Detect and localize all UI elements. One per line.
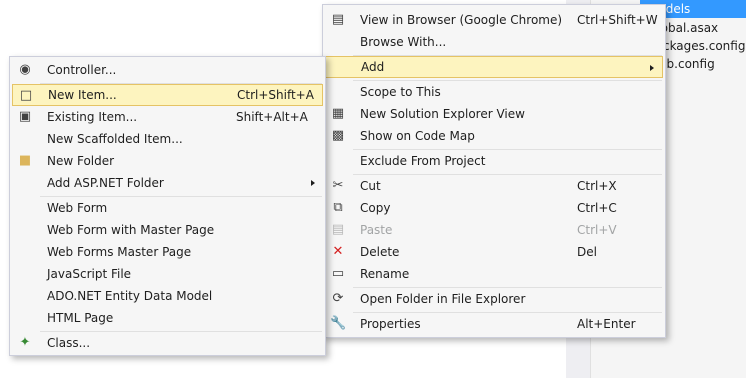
menu-item-copy[interactable]: ⧉ Copy Ctrl+C	[325, 197, 663, 219]
folder-icon: ■	[18, 153, 32, 168]
menu-item-show-on-code-map[interactable]: ▩ Show on Code Map	[325, 125, 663, 147]
submenu-item-class[interactable]: ✦ Class...	[12, 332, 323, 354]
add-submenu: ◉ Controller... □ New Item... Ctrl+Shift…	[9, 56, 326, 356]
menu-item-browse-with[interactable]: Browse With...	[325, 31, 663, 53]
menu-item-add[interactable]: Add	[325, 56, 663, 78]
submenu-item-new-scaffolded-item[interactable]: New Scaffolded Item...	[12, 128, 323, 150]
menu-item-view-in-browser[interactable]: ▤ View in Browser (Google Chrome) Ctrl+S…	[325, 9, 663, 31]
submenu-item-controller[interactable]: ◉ Controller...	[12, 59, 323, 81]
class-icon: ✦	[19, 335, 31, 350]
menu-item-new-solution-explorer-view[interactable]: ▦ New Solution Explorer View	[325, 103, 663, 125]
existing-item-icon: ▣	[18, 109, 32, 124]
rename-icon: ▭	[331, 266, 345, 281]
submenu-item-ado-net-entity-data-model[interactable]: ADO.NET Entity Data Model	[12, 285, 323, 307]
delete-icon: ✕	[332, 244, 344, 259]
copy-icon: ⧉	[333, 200, 343, 215]
menu-item-properties[interactable]: 🔧 Properties Alt+Enter	[325, 313, 663, 335]
submenu-item-javascript-file[interactable]: JavaScript File	[12, 263, 323, 285]
menu-item-paste[interactable]: ▤ Paste Ctrl+V	[325, 219, 663, 241]
paste-icon: ▤	[331, 222, 345, 237]
submenu-item-new-item[interactable]: □ New Item... Ctrl+Shift+A	[12, 84, 323, 106]
menu-item-rename[interactable]: ▭ Rename	[325, 263, 663, 285]
submenu-item-web-form-with-master-page[interactable]: Web Form with Master Page	[12, 219, 323, 241]
submenu-item-web-form[interactable]: Web Form	[12, 197, 323, 219]
submenu-arrow-icon	[650, 65, 654, 71]
scissors-icon: ✂	[332, 178, 344, 193]
context-menu: ▤ View in Browser (Google Chrome) Ctrl+S…	[322, 4, 666, 338]
menu-item-cut[interactable]: ✂ Cut Ctrl+X	[325, 175, 663, 197]
submenu-item-new-folder[interactable]: ■ New Folder	[12, 150, 323, 172]
refresh-folder-icon: ⟳	[332, 291, 344, 306]
submenu-item-add-aspnet-folder[interactable]: Add ASP.NET Folder	[12, 172, 323, 194]
browser-icon: ▤	[331, 12, 345, 27]
submenu-item-web-forms-master-page[interactable]: Web Forms Master Page	[12, 241, 323, 263]
menu-item-scope-to-this[interactable]: Scope to This	[325, 81, 663, 103]
menu-item-open-folder-in-file-explorer[interactable]: ⟳ Open Folder in File Explorer	[325, 288, 663, 310]
menu-item-exclude-from-project[interactable]: Exclude From Project	[325, 150, 663, 172]
new-item-icon: □	[19, 88, 33, 103]
submenu-item-existing-item[interactable]: ▣ Existing Item... Shift+Alt+A	[12, 106, 323, 128]
code-map-icon: ▩	[331, 128, 345, 143]
new-view-icon: ▦	[331, 106, 345, 121]
wrench-icon: 🔧	[330, 316, 347, 331]
submenu-item-html-page[interactable]: HTML Page	[12, 307, 323, 329]
menu-item-delete[interactable]: ✕ Delete Del	[325, 241, 663, 263]
submenu-arrow-icon	[311, 180, 315, 186]
controller-icon: ◉	[19, 62, 31, 77]
